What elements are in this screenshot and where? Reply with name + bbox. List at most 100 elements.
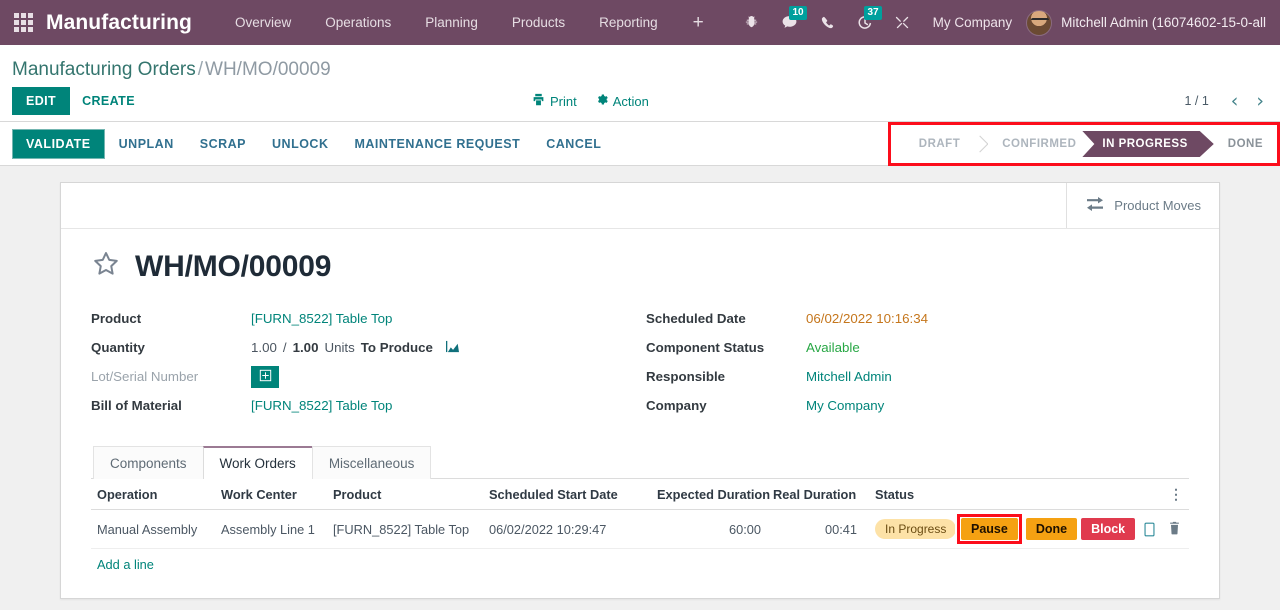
product-moves-stat-button[interactable]: Product Moves	[1066, 183, 1219, 228]
cell-work-center[interactable]: Assembly Line 1	[215, 509, 327, 549]
form-sheet: Product Moves WH/MO/00009 Product [FURN_…	[60, 182, 1220, 599]
user-menu[interactable]: Mitchell Admin (16074602-15-0-all	[1026, 9, 1276, 36]
phone-icon[interactable]	[809, 0, 846, 45]
stat-button-row: Product Moves	[61, 183, 1219, 229]
field-bom-value[interactable]: [FURN_8522] Table Top	[251, 398, 392, 413]
field-product: Product [FURN_8522] Table Top	[91, 304, 646, 333]
unlock-button[interactable]: UNLOCK	[260, 130, 340, 158]
tab-work-orders[interactable]: Work Orders	[202, 446, 313, 479]
workflow-buttons: VALIDATE UNPLAN SCRAP UNLOCK MAINTENANCE…	[12, 128, 613, 159]
cell-expected-duration[interactable]: 60:00	[651, 509, 767, 549]
activities-count-badge: 37	[864, 6, 882, 20]
status-step-draft[interactable]: DRAFT	[904, 131, 975, 157]
top-navbar: Manufacturing Overview Operations Planni…	[0, 0, 1280, 45]
column-actions	[955, 479, 1163, 510]
field-component-status: Component Status Available	[646, 333, 1189, 362]
field-component-status-value: Available	[806, 340, 860, 355]
column-work-center[interactable]: Work Center	[215, 479, 327, 510]
bug-icon[interactable]	[733, 0, 770, 45]
trash-icon[interactable]	[1168, 521, 1181, 535]
star-outline-icon[interactable]	[91, 249, 121, 284]
edit-button[interactable]: EDIT	[12, 87, 71, 115]
cell-operation[interactable]: Manual Assembly	[91, 509, 215, 549]
column-scheduled-start-date[interactable]: Scheduled Start Date	[483, 479, 651, 510]
unplan-button[interactable]: UNPLAN	[107, 130, 186, 158]
table-row[interactable]: Manual Assembly Assembly Line 1 [FURN_85…	[91, 509, 1189, 549]
plus-box-icon	[259, 369, 272, 385]
column-expected-duration[interactable]: Expected Duration	[651, 479, 770, 510]
pager-previous-button[interactable]: ‹	[1223, 91, 1247, 111]
action-button[interactable]: Action	[595, 93, 649, 109]
validate-button[interactable]: VALIDATE	[12, 128, 105, 159]
pause-button[interactable]: Pause	[961, 518, 1018, 540]
menu-operations[interactable]: Operations	[308, 0, 408, 45]
quantity-target[interactable]: 1.00	[293, 340, 319, 355]
field-lot-serial-label: Lot/Serial Number	[91, 369, 199, 384]
tab-components[interactable]: Components	[93, 446, 204, 479]
field-responsible-value[interactable]: Mitchell Admin	[806, 369, 892, 384]
field-scheduled-date-value[interactable]: 06/02/2022 10:16:34	[806, 311, 928, 326]
field-lot-serial-number: Lot/Serial Number	[91, 362, 646, 391]
status-step-confirmed[interactable]: CONFIRMED	[988, 131, 1091, 157]
status-button-row: VALIDATE UNPLAN SCRAP UNLOCK MAINTENANCE…	[0, 122, 1280, 166]
breadcrumb: Manufacturing Orders / WH/MO/00009	[12, 59, 1280, 81]
tools-icon[interactable]	[884, 0, 921, 45]
form-background: Product Moves WH/MO/00009 Product [FURN_…	[0, 166, 1280, 599]
field-bom-label: Bill of Material	[91, 398, 182, 413]
printer-icon	[532, 93, 545, 109]
field-company-value[interactable]: My Company	[806, 398, 884, 413]
breadcrumb-root-link[interactable]: Manufacturing Orders	[12, 59, 196, 80]
tab-miscellaneous[interactable]: Miscellaneous	[311, 446, 432, 479]
pager-next-button[interactable]: ›	[1248, 91, 1272, 111]
quantity-produced[interactable]: 1.00	[251, 340, 277, 355]
menu-products[interactable]: Products	[495, 0, 582, 45]
field-scheduled-date: Scheduled Date 06/02/2022 10:16:34	[646, 304, 1189, 333]
menu-add-icon[interactable]: +	[675, 0, 722, 45]
status-step-done[interactable]: DONE	[1213, 131, 1277, 157]
pager-value: 1 / 1	[1184, 94, 1209, 108]
column-real-duration[interactable]: Real Duration	[767, 479, 863, 510]
maintenance-request-button[interactable]: MAINTENANCE REQUEST	[342, 130, 532, 158]
control-panel: Manufacturing Orders / WH/MO/00009 EDIT CR…	[0, 45, 1280, 122]
area-chart-icon[interactable]	[445, 340, 460, 356]
print-button[interactable]: Print	[532, 93, 577, 109]
print-label: Print	[549, 93, 577, 109]
notebook-tabs: Components Work Orders Miscellaneous	[91, 446, 1189, 479]
cell-product[interactable]: [FURN_8522] Table Top	[327, 509, 483, 549]
form-fields-right: Scheduled Date 06/02/2022 10:16:34 Compo…	[646, 304, 1189, 420]
done-button[interactable]: Done	[1025, 518, 1078, 540]
cancel-button[interactable]: CANCEL	[534, 130, 613, 158]
field-component-status-label: Component Status	[646, 340, 765, 355]
work-orders-table: Operation Work Center Product Scheduled …	[91, 479, 1189, 549]
cell-actions: Pause Done Block	[955, 509, 1163, 549]
status-badge: In Progress	[875, 519, 955, 539]
column-status[interactable]: Status	[863, 479, 955, 510]
field-product-value[interactable]: [FURN_8522] Table Top	[251, 311, 392, 326]
tablet-icon[interactable]	[1139, 522, 1160, 537]
lot-serial-add-button[interactable]	[251, 365, 279, 388]
status-step-in-progress[interactable]: IN PROGRESS	[1082, 131, 1213, 157]
company-switcher[interactable]: My Company	[921, 15, 1027, 30]
app-brand-manufacturing[interactable]: Manufacturing	[46, 11, 218, 35]
exchange-arrows-icon	[1085, 196, 1105, 215]
scrap-button[interactable]: SCRAP	[188, 130, 258, 158]
action-label: Action	[612, 93, 649, 109]
menu-overview[interactable]: Overview	[218, 0, 308, 45]
add-a-line-button[interactable]: Add a line	[91, 549, 160, 580]
record-title-row: WH/MO/00009	[91, 249, 1189, 284]
create-button[interactable]: CREATE	[70, 88, 147, 114]
activities-clock-icon[interactable]: 37	[846, 0, 884, 45]
cell-real-duration[interactable]: 00:41	[767, 509, 863, 549]
column-product[interactable]: Product	[327, 479, 483, 510]
menu-planning[interactable]: Planning	[408, 0, 495, 45]
user-name-label: Mitchell Admin (16074602-15-0-all	[1061, 15, 1266, 30]
page-title: WH/MO/00009	[135, 249, 332, 283]
column-operation[interactable]: Operation	[91, 479, 215, 510]
form-fields-left: Product [FURN_8522] Table Top Quantity 1…	[91, 304, 646, 420]
optional-columns-button[interactable]: ⋮	[1163, 479, 1189, 510]
messages-icon[interactable]: 10	[770, 0, 809, 45]
block-button[interactable]: Block	[1081, 518, 1136, 540]
apps-grid-icon[interactable]	[0, 13, 46, 32]
cell-scheduled-start-date[interactable]: 06/02/2022 10:29:47	[483, 509, 651, 549]
menu-reporting[interactable]: Reporting	[582, 0, 675, 45]
